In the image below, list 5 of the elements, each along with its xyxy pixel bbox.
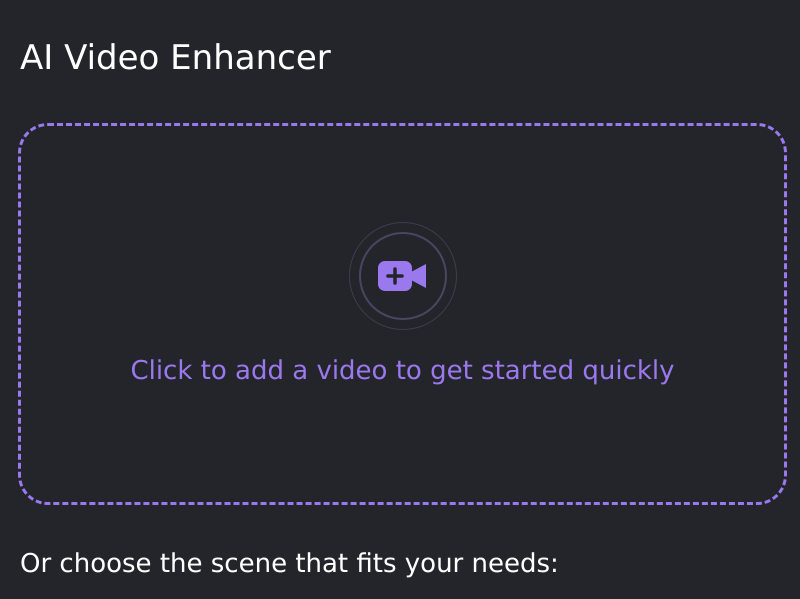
page-title: AI Video Enhancer xyxy=(20,37,332,80)
scene-prompt: Or choose the scene that fits your needs: xyxy=(20,549,560,579)
video-drop-zone[interactable]: Click to add a video to get started quickly xyxy=(18,123,787,505)
upload-prompt: Click to add a video to get started quickly xyxy=(130,356,675,386)
add-video-icon xyxy=(378,261,428,291)
